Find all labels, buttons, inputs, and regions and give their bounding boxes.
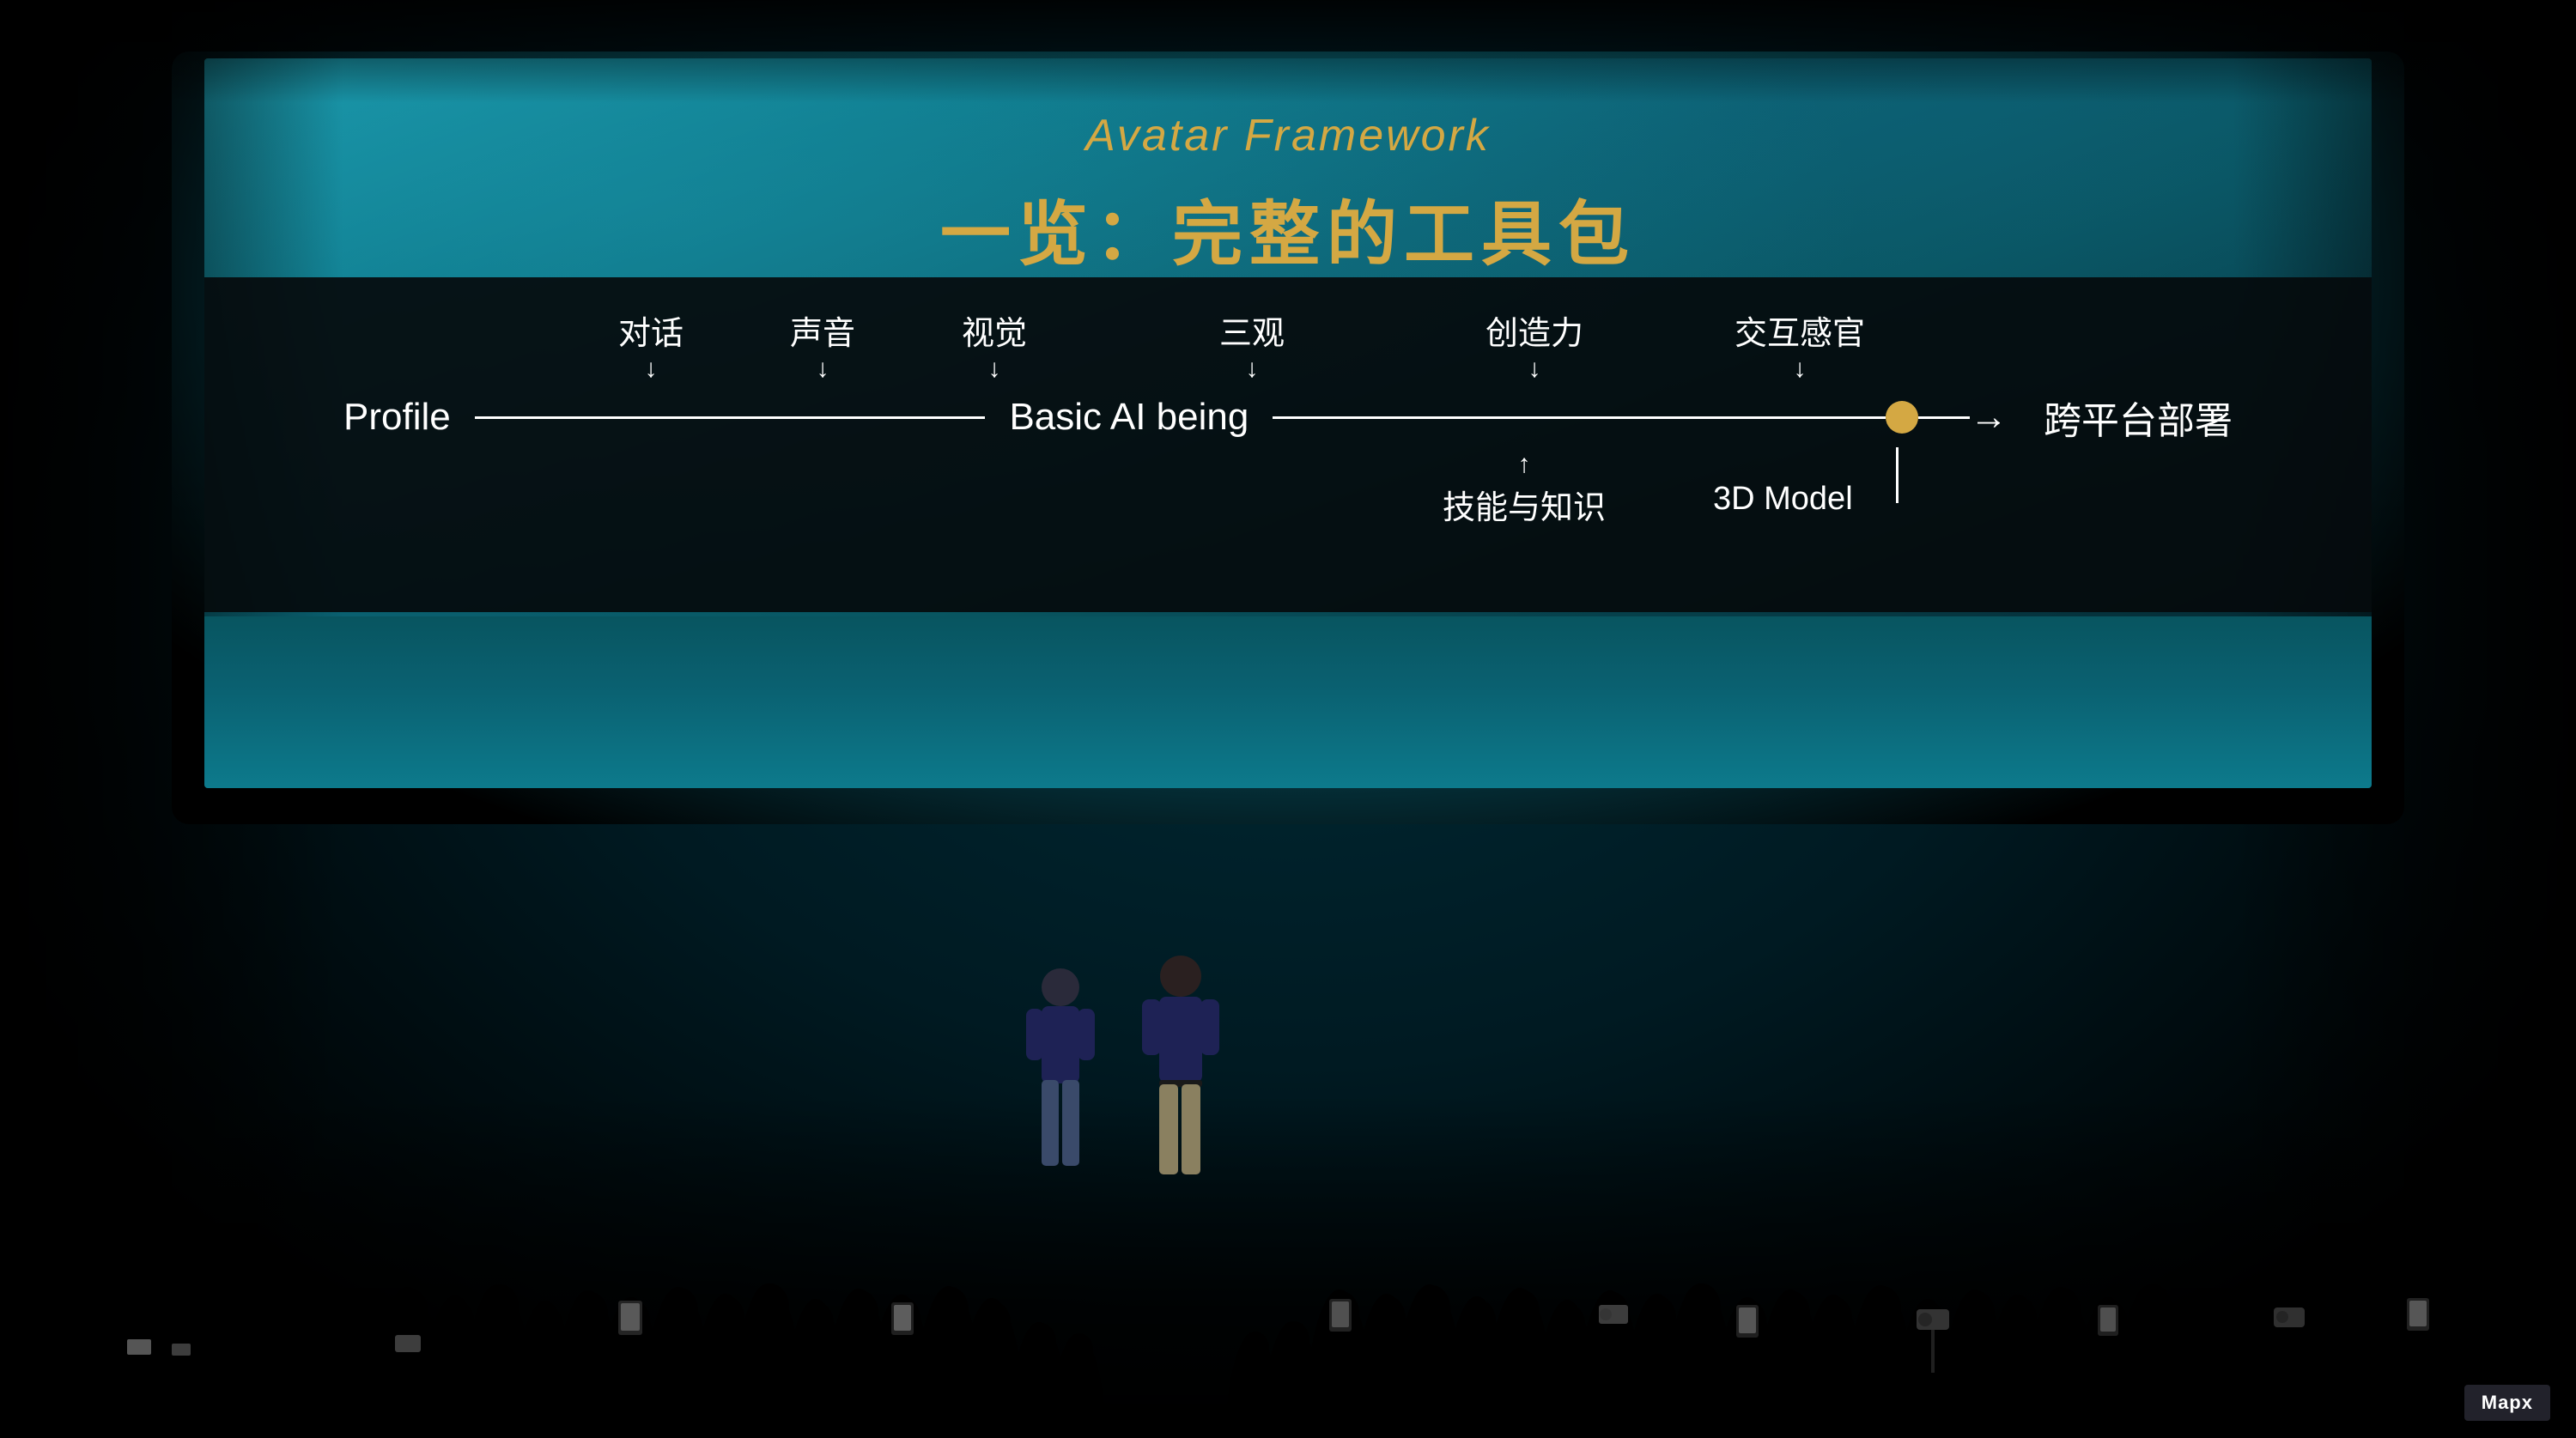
label-shijue-text: 视觉 [962, 306, 1027, 354]
screen-title-area: Avatar Framework 一览：完整的工具包 [204, 58, 2372, 279]
dot-vertical-line [1896, 447, 1899, 503]
label-shijue: 视觉 ↓ [962, 306, 1027, 385]
label-shengyin-text: 声音 [790, 306, 855, 354]
label-3dmodel: ↑ 3D Model [1713, 447, 1853, 518]
timeline-line-3 [1918, 416, 1970, 419]
title-chinese: 一览：完整的工具包 [204, 177, 2372, 279]
arrow-right-icon: → [1970, 396, 2008, 439]
arrow-shengyin: ↓ [817, 354, 829, 385]
top-labels-row: 对话 ↓ 声音 ↓ 视觉 ↓ 三观 ↓ 创造力 ↓ [343, 290, 2233, 385]
screen-bottom-area [204, 616, 2372, 788]
label-duihua-text: 对话 [618, 306, 683, 354]
watermark-area: Mapx [2464, 1385, 2550, 1421]
arrow-duihua: ↓ [645, 354, 658, 385]
label-chuangzaoli-text: 创造力 [1485, 306, 1583, 354]
watermark-box: Mapx [2464, 1385, 2550, 1421]
arrow-sanguan: ↓ [1246, 354, 1259, 385]
audience-silhouettes [0, 1077, 2576, 1438]
arrow-up-jineng: ↑ [1518, 447, 1531, 481]
timeline-line-1 [475, 416, 986, 419]
cross-platform-label: 跨平台部署 [2044, 390, 2233, 445]
arrow-chuangzaoli: ↓ [1528, 354, 1541, 385]
timeline-row: Profile Basic AI being → 跨平台部署 [343, 391, 2233, 443]
label-chuangzaoli: 创造力 ↓ [1485, 306, 1583, 385]
label-jiaohu: 交互感官 ↓ [1735, 306, 1865, 385]
profile-label: Profile [343, 396, 451, 439]
label-jineng-text: 技能与知识 [1443, 481, 1606, 528]
label-3dmodel-text: 3D Model [1713, 481, 1853, 518]
basic-ai-label: Basic AI being [1009, 396, 1249, 439]
title-english: Avatar Framework [204, 110, 2372, 161]
bottom-labels-row: ↑ 技能与知识 ↑ 3D Model [343, 447, 2233, 542]
label-jineng: ↑ 技能与知识 [1443, 447, 1606, 528]
timeline-milestone-dot [1886, 401, 1918, 434]
arrow-jiaohu: ↓ [1794, 354, 1807, 385]
label-jiaohu-text: 交互感官 [1735, 306, 1865, 354]
label-sanguan-text: 三观 [1219, 306, 1285, 354]
presentation-screen: Avatar Framework 一览：完整的工具包 对话 ↓ 声音 ↓ 视觉 … [204, 58, 2372, 788]
timeline-line-2 [1273, 416, 1886, 419]
watermark-text: Mapx [2482, 1392, 2533, 1413]
label-shengyin: 声音 ↓ [790, 306, 855, 385]
label-sanguan: 三观 ↓ [1219, 306, 1285, 385]
arrow-shijue: ↓ [988, 354, 1001, 385]
framework-diagram: 对话 ↓ 声音 ↓ 视觉 ↓ 三观 ↓ 创造力 ↓ [204, 290, 2372, 542]
label-duihua: 对话 ↓ [618, 306, 683, 385]
